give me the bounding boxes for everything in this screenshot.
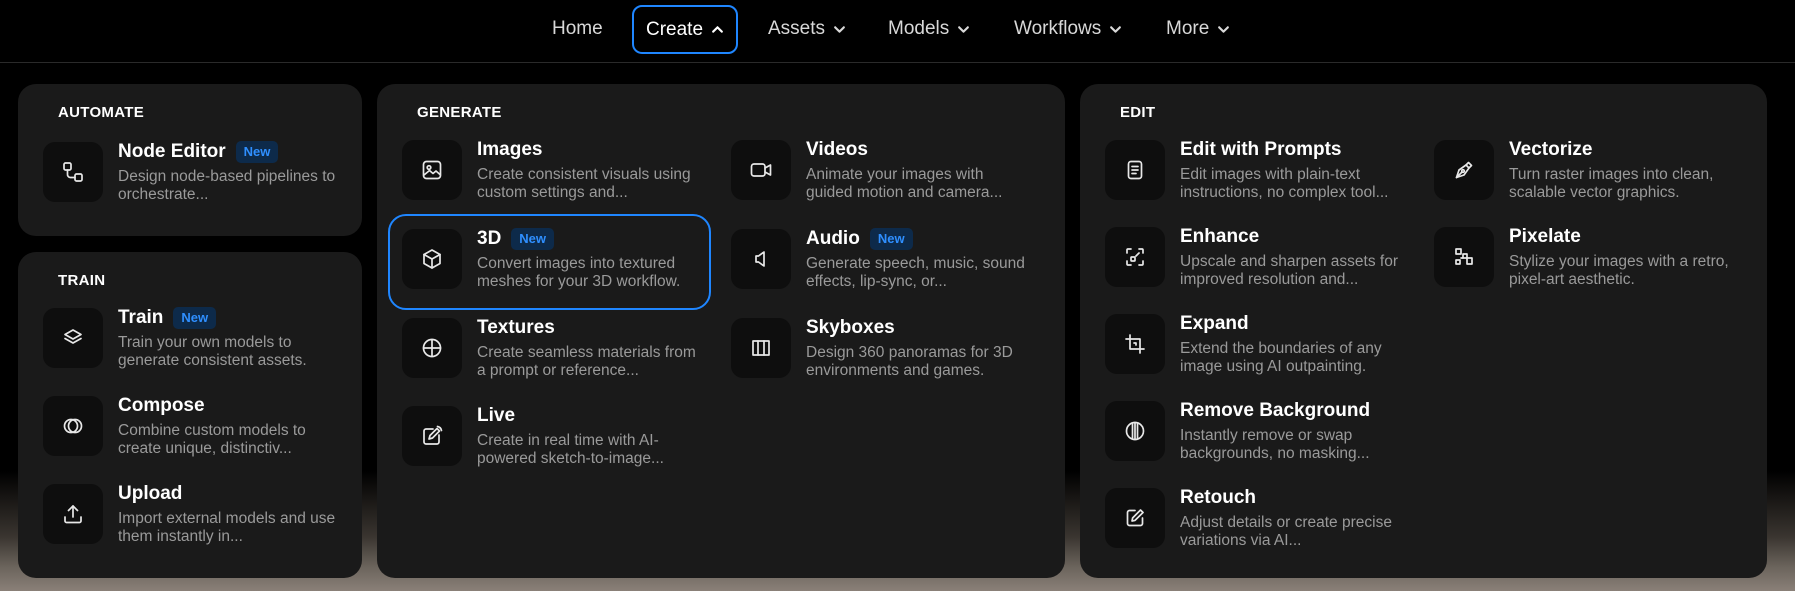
item-description: Generate speech, music, sound effects, l…: [806, 255, 1025, 290]
menu-item-expand[interactable]: Expand Extend the boundaries of any imag…: [1105, 312, 1405, 388]
item-description: Design node-based pipelines to orchestra…: [118, 168, 336, 203]
item-title: Retouch: [1180, 487, 1256, 508]
nav-create-label: Create: [646, 18, 704, 40]
document-icon: [1105, 140, 1165, 200]
item-title: Textures: [477, 317, 555, 338]
upload-icon: [43, 484, 103, 544]
nav-assets-label: Assets: [768, 18, 826, 39]
item-title: Compose: [118, 395, 205, 416]
menu-item-compose[interactable]: Compose Combine custom models to create …: [43, 394, 343, 470]
item-description: Create seamless materials from a prompt …: [477, 344, 696, 379]
image-icon: [402, 140, 462, 200]
item-title: Remove Background: [1180, 400, 1371, 421]
item-description: Instantly remove or swap backgrounds, no…: [1180, 427, 1370, 462]
item-title: Expand: [1180, 313, 1249, 334]
item-title: Videos: [806, 139, 868, 160]
item-description: Create consistent visuals using custom s…: [477, 166, 691, 201]
item-description: Design 360 panoramas for 3D environments…: [806, 344, 1013, 379]
item-description: Create in real time with AI-powered sket…: [477, 432, 664, 467]
menu-item-edit-with-prompts[interactable]: Edit with Prompts Edit images with plain…: [1105, 138, 1405, 214]
item-description: Animate your images with guided motion a…: [806, 166, 1003, 201]
layers-icon: [43, 308, 103, 368]
chevron-up-icon: [712, 26, 723, 33]
top-navigation-bar: Home Create Assets Models Workflows More: [0, 0, 1795, 63]
item-title: Upload: [118, 483, 183, 504]
chevron-down-icon: [1218, 25, 1230, 33]
section-title-train: TRAIN: [58, 272, 106, 289]
nav-home[interactable]: Home: [552, 6, 603, 52]
item-description: Upscale and sharpen assets for improved …: [1180, 253, 1398, 288]
menu-item-train[interactable]: Train New Train your own models to genera…: [43, 306, 343, 382]
new-badge: New: [235, 141, 279, 163]
item-description: Train your own models to generate consis…: [118, 334, 307, 369]
item-description: Turn raster images into clean, scalable …: [1509, 166, 1714, 201]
item-title: Live: [477, 405, 516, 426]
edit-panel: EDIT Edit with Prompts Edit images with …: [1080, 84, 1767, 578]
new-badge: New: [869, 228, 913, 250]
item-description: Adjust details or create precise variati…: [1180, 514, 1392, 549]
item-title: Pixelate: [1509, 226, 1581, 247]
item-title: Edit with Prompts: [1180, 139, 1342, 160]
generate-panel: GENERATE Images Create consistent visual…: [377, 84, 1065, 578]
speaker-icon: [731, 229, 791, 289]
item-title: Audio: [806, 228, 860, 249]
chevron-down-icon: [958, 25, 970, 33]
compose-icon: [43, 396, 103, 456]
nav-home-label: Home: [552, 18, 603, 39]
menu-item-videos[interactable]: Videos Animate your images with guided m…: [731, 138, 1031, 214]
chevron-down-icon: [1110, 25, 1122, 33]
menu-item-node-editor[interactable]: Node Editor New Design node-based pipelin…: [43, 140, 343, 216]
train-panel: TRAIN Train New Train your own models to …: [18, 252, 362, 578]
menu-item-audio[interactable]: Audio New Generate speech, music, sound e…: [731, 227, 1031, 303]
video-icon: [731, 140, 791, 200]
nav-more-label: More: [1166, 18, 1210, 39]
section-title-generate: GENERATE: [417, 104, 502, 121]
item-description: Edit images with plain-text instructions…: [1180, 166, 1389, 201]
main-nav: Home Create Assets Models Workflows More: [0, 0, 1795, 56]
panorama-icon: [731, 318, 791, 378]
item-title: Skyboxes: [806, 317, 895, 338]
menu-item-enhance[interactable]: Enhance Upscale and sharpen assets for i…: [1105, 225, 1405, 301]
selection-highlight: [388, 214, 711, 310]
item-description: Extend the boundaries of any image using…: [1180, 340, 1382, 375]
menu-item-skyboxes[interactable]: Skyboxes Design 360 panoramas for 3D env…: [731, 316, 1031, 392]
item-description: Import external models and use them inst…: [118, 510, 336, 545]
nav-workflows[interactable]: Workflows: [1014, 6, 1122, 52]
item-title: Enhance: [1180, 226, 1260, 247]
menu-item-pixelate[interactable]: Pixelate Stylize your images with a retr…: [1434, 225, 1734, 301]
chevron-down-icon: [834, 25, 845, 33]
menu-item-upload[interactable]: Upload Import external models and use th…: [43, 482, 343, 558]
menu-item-images[interactable]: Images Create consistent visuals using c…: [402, 138, 702, 214]
item-description: Stylize your images with a retro, pixel-…: [1509, 253, 1729, 288]
edit-icon: [1105, 488, 1165, 548]
remove-bg-icon: [1105, 401, 1165, 461]
nav-models[interactable]: Models: [888, 6, 970, 52]
nav-assets[interactable]: Assets: [768, 6, 846, 52]
item-title: Train: [118, 307, 164, 328]
menu-item-textures[interactable]: Textures Create seamless materials from …: [402, 316, 702, 392]
section-title-edit: EDIT: [1120, 104, 1156, 121]
item-title: Node Editor: [118, 141, 226, 162]
item-description: Combine custom models to create unique, …: [118, 422, 306, 457]
automate-panel: AUTOMATE Node Editor New Design node-base…: [18, 84, 362, 236]
pixel-icon: [1434, 227, 1494, 287]
menu-item-retouch[interactable]: Retouch Adjust details or create precise…: [1105, 486, 1405, 562]
nav-create[interactable]: Create: [632, 5, 739, 54]
crop-icon: [1105, 314, 1165, 374]
nav-models-label: Models: [888, 18, 950, 39]
enhance-icon: [1105, 227, 1165, 287]
new-badge: New: [173, 307, 217, 329]
menu-item-live[interactable]: Live Create in real time with AI-powered…: [402, 404, 702, 480]
section-title-automate: AUTOMATE: [58, 104, 145, 121]
sphere-icon: [402, 318, 462, 378]
live-pen-icon: [402, 406, 462, 466]
pen-nib-icon: [1434, 140, 1494, 200]
menu-item-remove-background[interactable]: Remove Background Instantly remove or sw…: [1105, 399, 1405, 475]
item-title: Vectorize: [1509, 139, 1593, 160]
item-title: Images: [477, 139, 543, 160]
nav-more[interactable]: More: [1166, 6, 1230, 52]
menu-item-vectorize[interactable]: Vectorize Turn raster images into clean,…: [1434, 138, 1734, 214]
nav-workflows-label: Workflows: [1014, 18, 1102, 39]
node-editor-icon: [43, 142, 103, 202]
